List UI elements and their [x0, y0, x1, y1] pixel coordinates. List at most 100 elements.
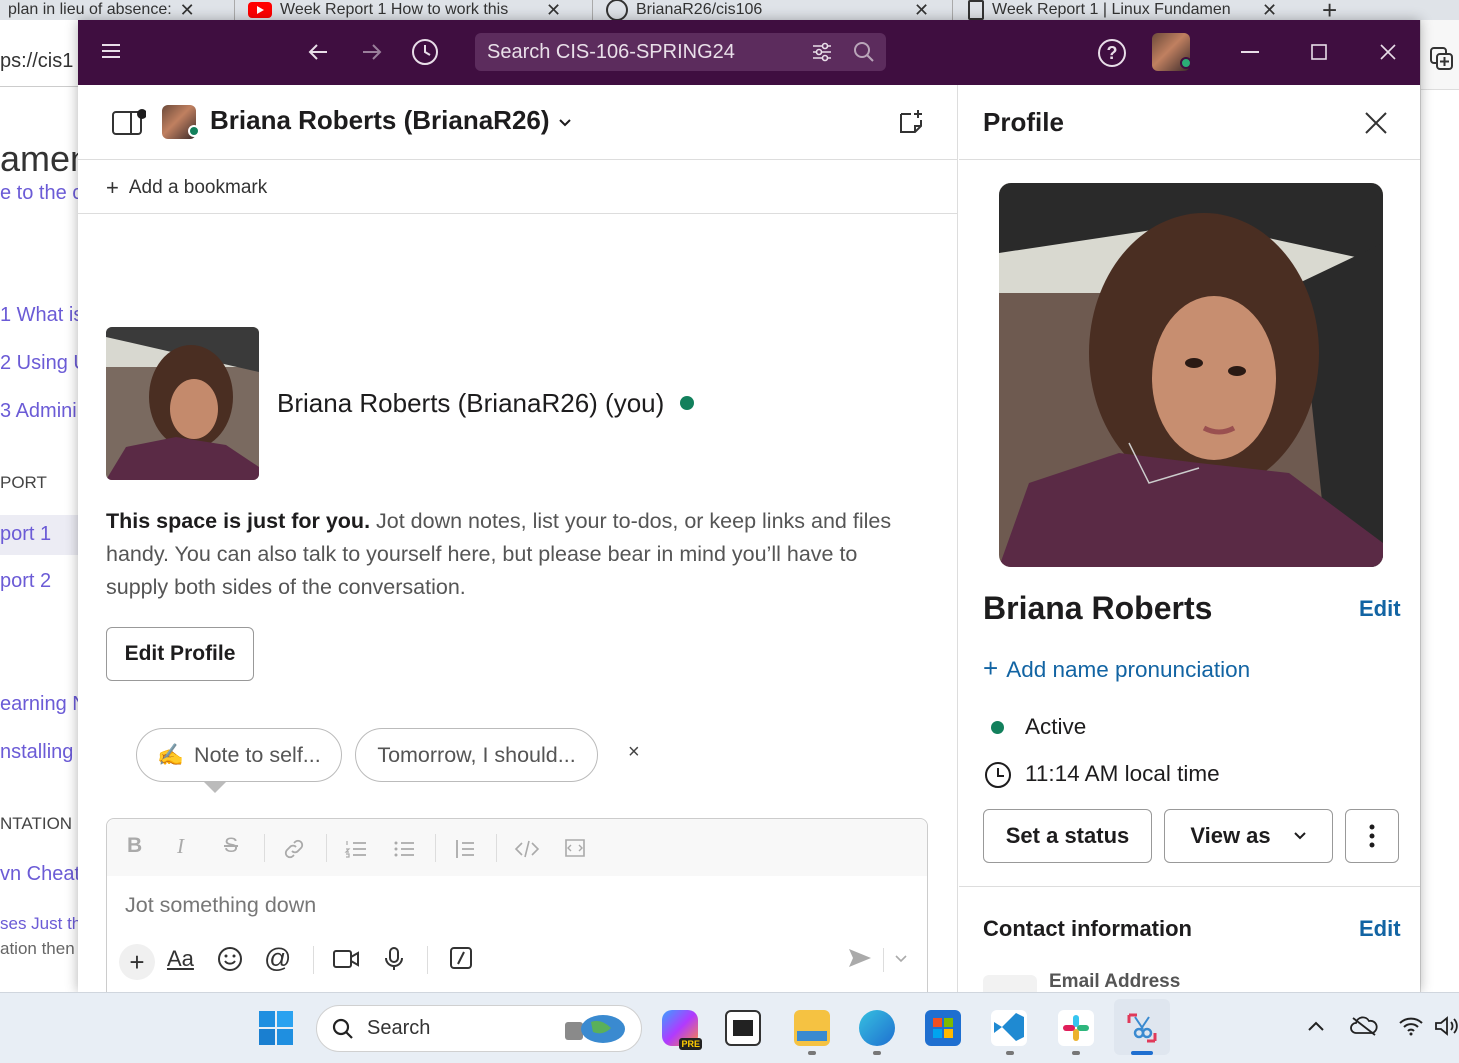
tab-title: Week Report 1 How to work this [280, 1, 509, 18]
close-window-icon[interactable] [1380, 44, 1396, 60]
history-icon[interactable] [411, 38, 439, 66]
mention-icon[interactable]: @ [264, 943, 291, 974]
close-icon[interactable] [1364, 111, 1388, 135]
volume-icon[interactable] [1434, 1015, 1458, 1037]
browser-tab-1[interactable]: plan in lieu of absence: ✕ [8, 0, 233, 20]
channel-title[interactable]: Briana Roberts (BrianaR26) [210, 105, 573, 136]
search-icon [332, 1018, 353, 1039]
dismiss-suggestions-button[interactable]: × [628, 741, 640, 764]
close-icon[interactable]: ✕ [546, 0, 561, 20]
browser-tab-strip: plan in lieu of absence: ✕ Week Report 1… [0, 0, 1459, 20]
nav-link[interactable]: 3 Admini [0, 400, 77, 423]
formatting-toggle-icon[interactable]: Aa [167, 946, 194, 972]
plus-icon: + [983, 653, 999, 683]
italic-icon[interactable]: I [177, 834, 184, 859]
close-icon[interactable]: ✕ [914, 0, 929, 20]
browser-tab-3[interactable]: BrianaR26/cis106 ✕ [606, 0, 946, 20]
profile-photo[interactable] [106, 327, 259, 480]
address-bar-fragment[interactable]: ps://cis1 [0, 50, 73, 73]
maximize-icon[interactable] [1311, 44, 1327, 60]
local-time: 11:14 AM local time [1025, 761, 1220, 786]
document-icon [968, 0, 984, 20]
send-icon[interactable] [847, 946, 873, 970]
edge-icon[interactable] [859, 1010, 895, 1046]
microsoft-store-icon[interactable] [925, 1010, 961, 1046]
vscode-icon[interactable] [991, 1010, 1027, 1046]
add-name-pronunciation-link[interactable]: + Add name pronunciation [983, 653, 1251, 683]
browser-tab-2[interactable]: Week Report 1 How to work this ✕ [248, 0, 583, 20]
chevron-down-icon[interactable] [894, 953, 908, 965]
github-icon [606, 0, 628, 20]
menu-icon[interactable] [100, 42, 122, 60]
task-view-icon[interactable] [725, 1010, 761, 1046]
forward-arrow-icon[interactable] [360, 40, 384, 64]
bookmark-label: Add a bookmark [128, 177, 268, 198]
blockquote-icon[interactable] [453, 837, 477, 861]
code-icon[interactable] [514, 837, 540, 861]
email-icon [983, 975, 1037, 992]
file-explorer-icon[interactable] [794, 1010, 830, 1046]
title-bar: Search CIS-106-SPRING24 ? [78, 20, 1420, 85]
composer-placeholder[interactable]: Jot something down [125, 893, 316, 918]
nav-link[interactable]: ses Just th [0, 914, 78, 934]
ordered-list-icon[interactable] [344, 837, 368, 861]
minimize-icon[interactable] [1241, 51, 1259, 53]
sidebar-toggle-icon[interactable] [112, 109, 146, 137]
edit-name-link[interactable]: Edit [1359, 596, 1401, 622]
nav-link[interactable]: vn Cheat [0, 863, 78, 886]
page-subheading-fragment[interactable]: e to the c [0, 182, 78, 205]
video-clip-icon[interactable] [332, 946, 360, 972]
formatting-toolbar: B I S [107, 819, 927, 876]
add-attachment-button[interactable]: + [119, 944, 155, 980]
nav-link[interactable]: nstalling [0, 741, 73, 764]
close-icon[interactable]: ✕ [180, 0, 195, 20]
add-bookmark-button[interactable]: + Add a bookmark [106, 175, 267, 201]
nav-link[interactable]: port 2 [0, 570, 51, 593]
profile-photo-large[interactable] [999, 183, 1383, 567]
nav-link[interactable]: 1 What is [0, 304, 78, 327]
more-actions-button[interactable] [1345, 809, 1399, 863]
bold-icon[interactable]: B [127, 834, 142, 858]
onedrive-icon[interactable] [1350, 1015, 1378, 1037]
message-composer: B I S Jot something down + Aa @ [106, 818, 928, 992]
pronunciation-label: Add name pronunciation [1006, 657, 1251, 682]
search-icon[interactable] [852, 40, 876, 64]
nav-link[interactable]: earning N [0, 693, 78, 716]
taskbar-search[interactable]: Search [316, 1005, 642, 1052]
edit-contact-link[interactable]: Edit [1359, 916, 1401, 942]
chevron-up-icon[interactable] [1306, 1019, 1326, 1033]
search-placeholder: Search CIS-106-SPRING24 [487, 40, 735, 63]
browser-tab-4[interactable]: Week Report 1 | Linux Fundamen ✕ [968, 0, 1298, 20]
presence-indicator [188, 125, 200, 137]
writing-hand-icon: ✍️ [157, 742, 185, 767]
nav-link[interactable]: port 1 [0, 523, 51, 546]
copilot-icon[interactable]: PRE [662, 1010, 702, 1050]
microphone-icon[interactable] [383, 946, 405, 972]
link-icon[interactable] [282, 837, 306, 861]
wifi-icon[interactable] [1398, 1015, 1424, 1037]
search-input[interactable]: Search CIS-106-SPRING24 [475, 33, 886, 71]
help-icon[interactable]: ? [1098, 39, 1126, 67]
add-tab-group-icon[interactable] [1429, 46, 1455, 72]
tomorrow-chip[interactable]: Tomorrow, I should... [355, 728, 598, 782]
divider [959, 886, 1420, 887]
view-as-button[interactable]: View as [1164, 809, 1333, 863]
profile-header: Profile [959, 85, 1420, 160]
edit-profile-button[interactable]: Edit Profile [106, 627, 254, 681]
bulleted-list-icon[interactable] [392, 837, 416, 861]
strikethrough-icon[interactable]: S [224, 834, 238, 858]
code-block-icon[interactable] [563, 836, 587, 860]
back-arrow-icon[interactable] [306, 40, 330, 64]
close-icon[interactable]: ✕ [1262, 0, 1277, 20]
note-to-self-chip[interactable]: ✍️ Note to self... [136, 728, 342, 782]
snipping-tool-icon[interactable] [1124, 1010, 1160, 1046]
windows-start-icon[interactable] [258, 1010, 294, 1046]
emoji-icon[interactable] [217, 946, 243, 972]
set-status-button[interactable]: Set a status [983, 809, 1152, 863]
new-tab-button[interactable]: + [1322, 0, 1337, 20]
slack-icon[interactable] [1058, 1010, 1094, 1046]
nav-link[interactable]: 2 Using U [0, 352, 78, 375]
canvas-icon[interactable] [896, 108, 926, 138]
slash-command-icon[interactable] [449, 946, 473, 970]
filter-icon[interactable] [810, 40, 834, 64]
